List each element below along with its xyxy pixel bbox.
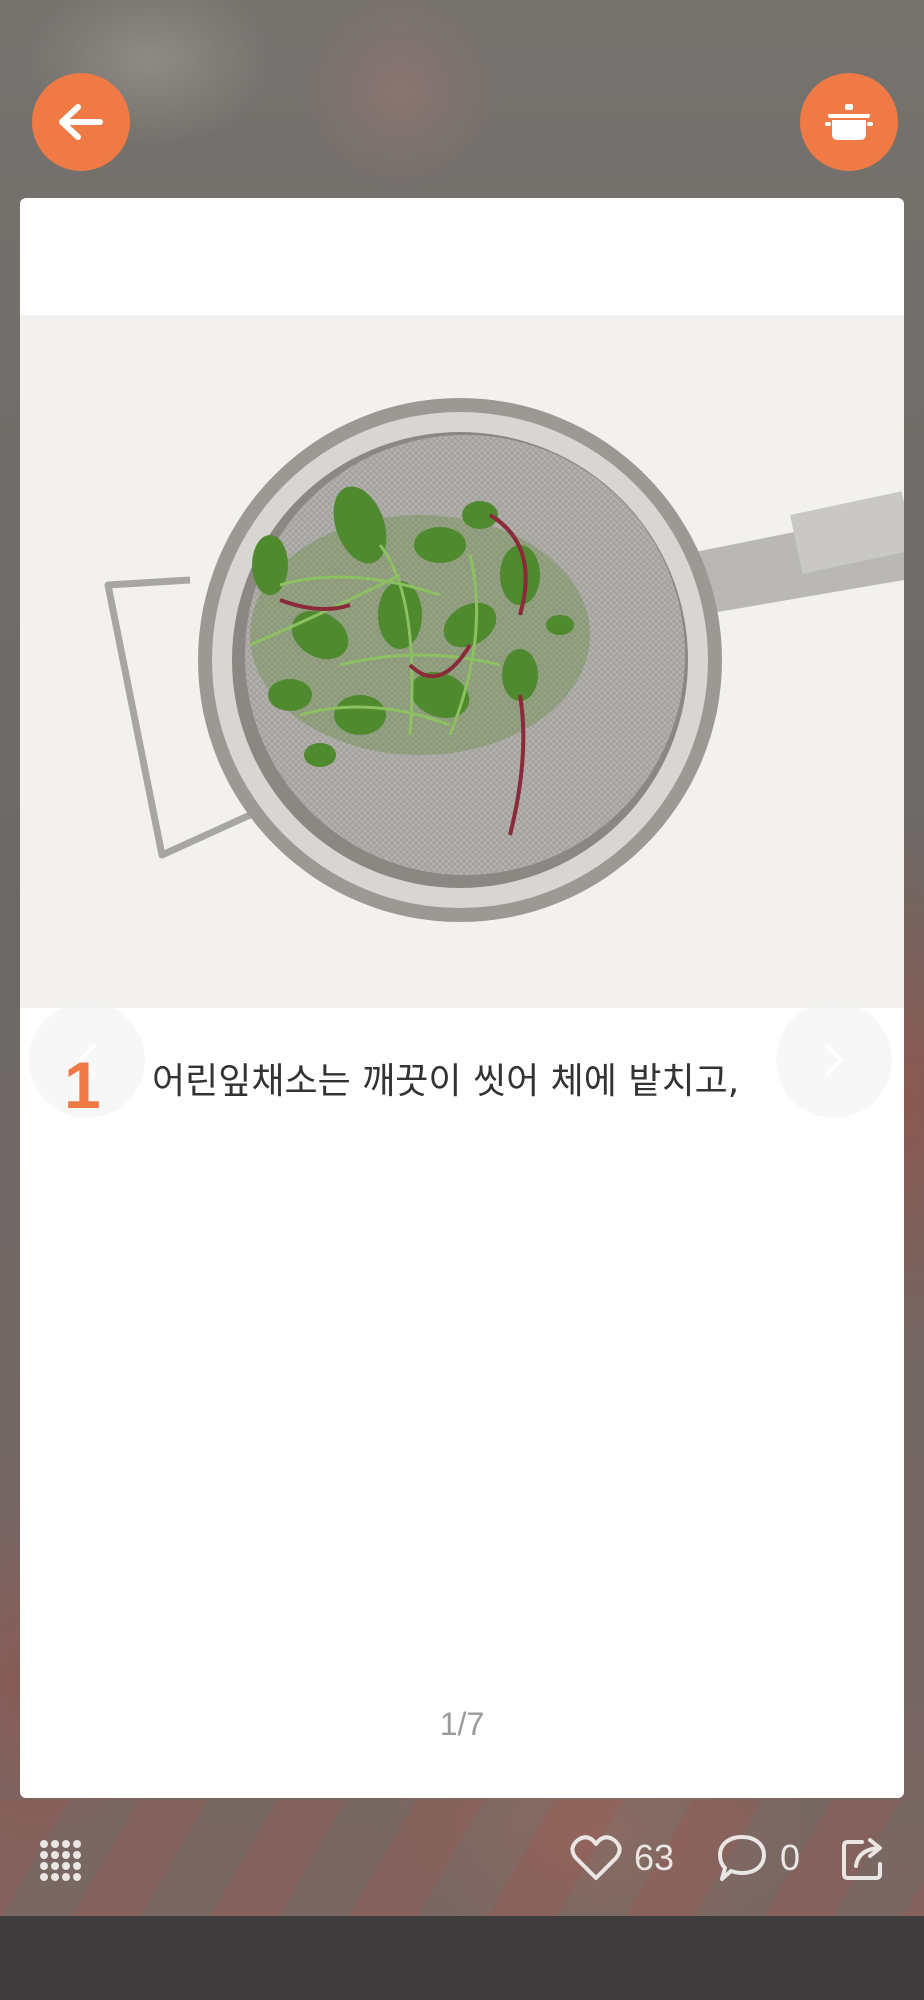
share-button[interactable] xyxy=(840,1830,888,1886)
back-button[interactable] xyxy=(32,73,130,171)
next-step-button[interactable] xyxy=(776,1002,892,1118)
pot-icon xyxy=(825,104,873,140)
step-number: 1 xyxy=(64,1048,101,1122)
system-bottom-bar xyxy=(0,1916,924,2000)
grid-dots-icon xyxy=(40,1840,81,1881)
step-photo xyxy=(20,315,904,1008)
comment-bubble-icon xyxy=(718,1835,766,1881)
step-description: 어린잎채소는 깨끗이 씻어 체에 밭치고, xyxy=(152,1061,740,1102)
recipe-pot-button[interactable] xyxy=(800,73,898,171)
share-icon xyxy=(842,1838,882,1880)
chevron-right-icon xyxy=(825,1044,844,1076)
menu-button[interactable] xyxy=(38,1838,82,1882)
like-count: 63 xyxy=(634,1837,675,1878)
comment-count: 0 xyxy=(780,1837,801,1878)
page-indicator: 1/7 xyxy=(439,1706,485,1742)
heart-icon xyxy=(570,1835,622,1880)
comment-button[interactable]: 0 xyxy=(716,1830,800,1886)
like-button[interactable]: 63 xyxy=(570,1830,674,1886)
strainer-with-greens-photo xyxy=(20,315,904,1008)
arrow-left-icon xyxy=(59,104,103,140)
